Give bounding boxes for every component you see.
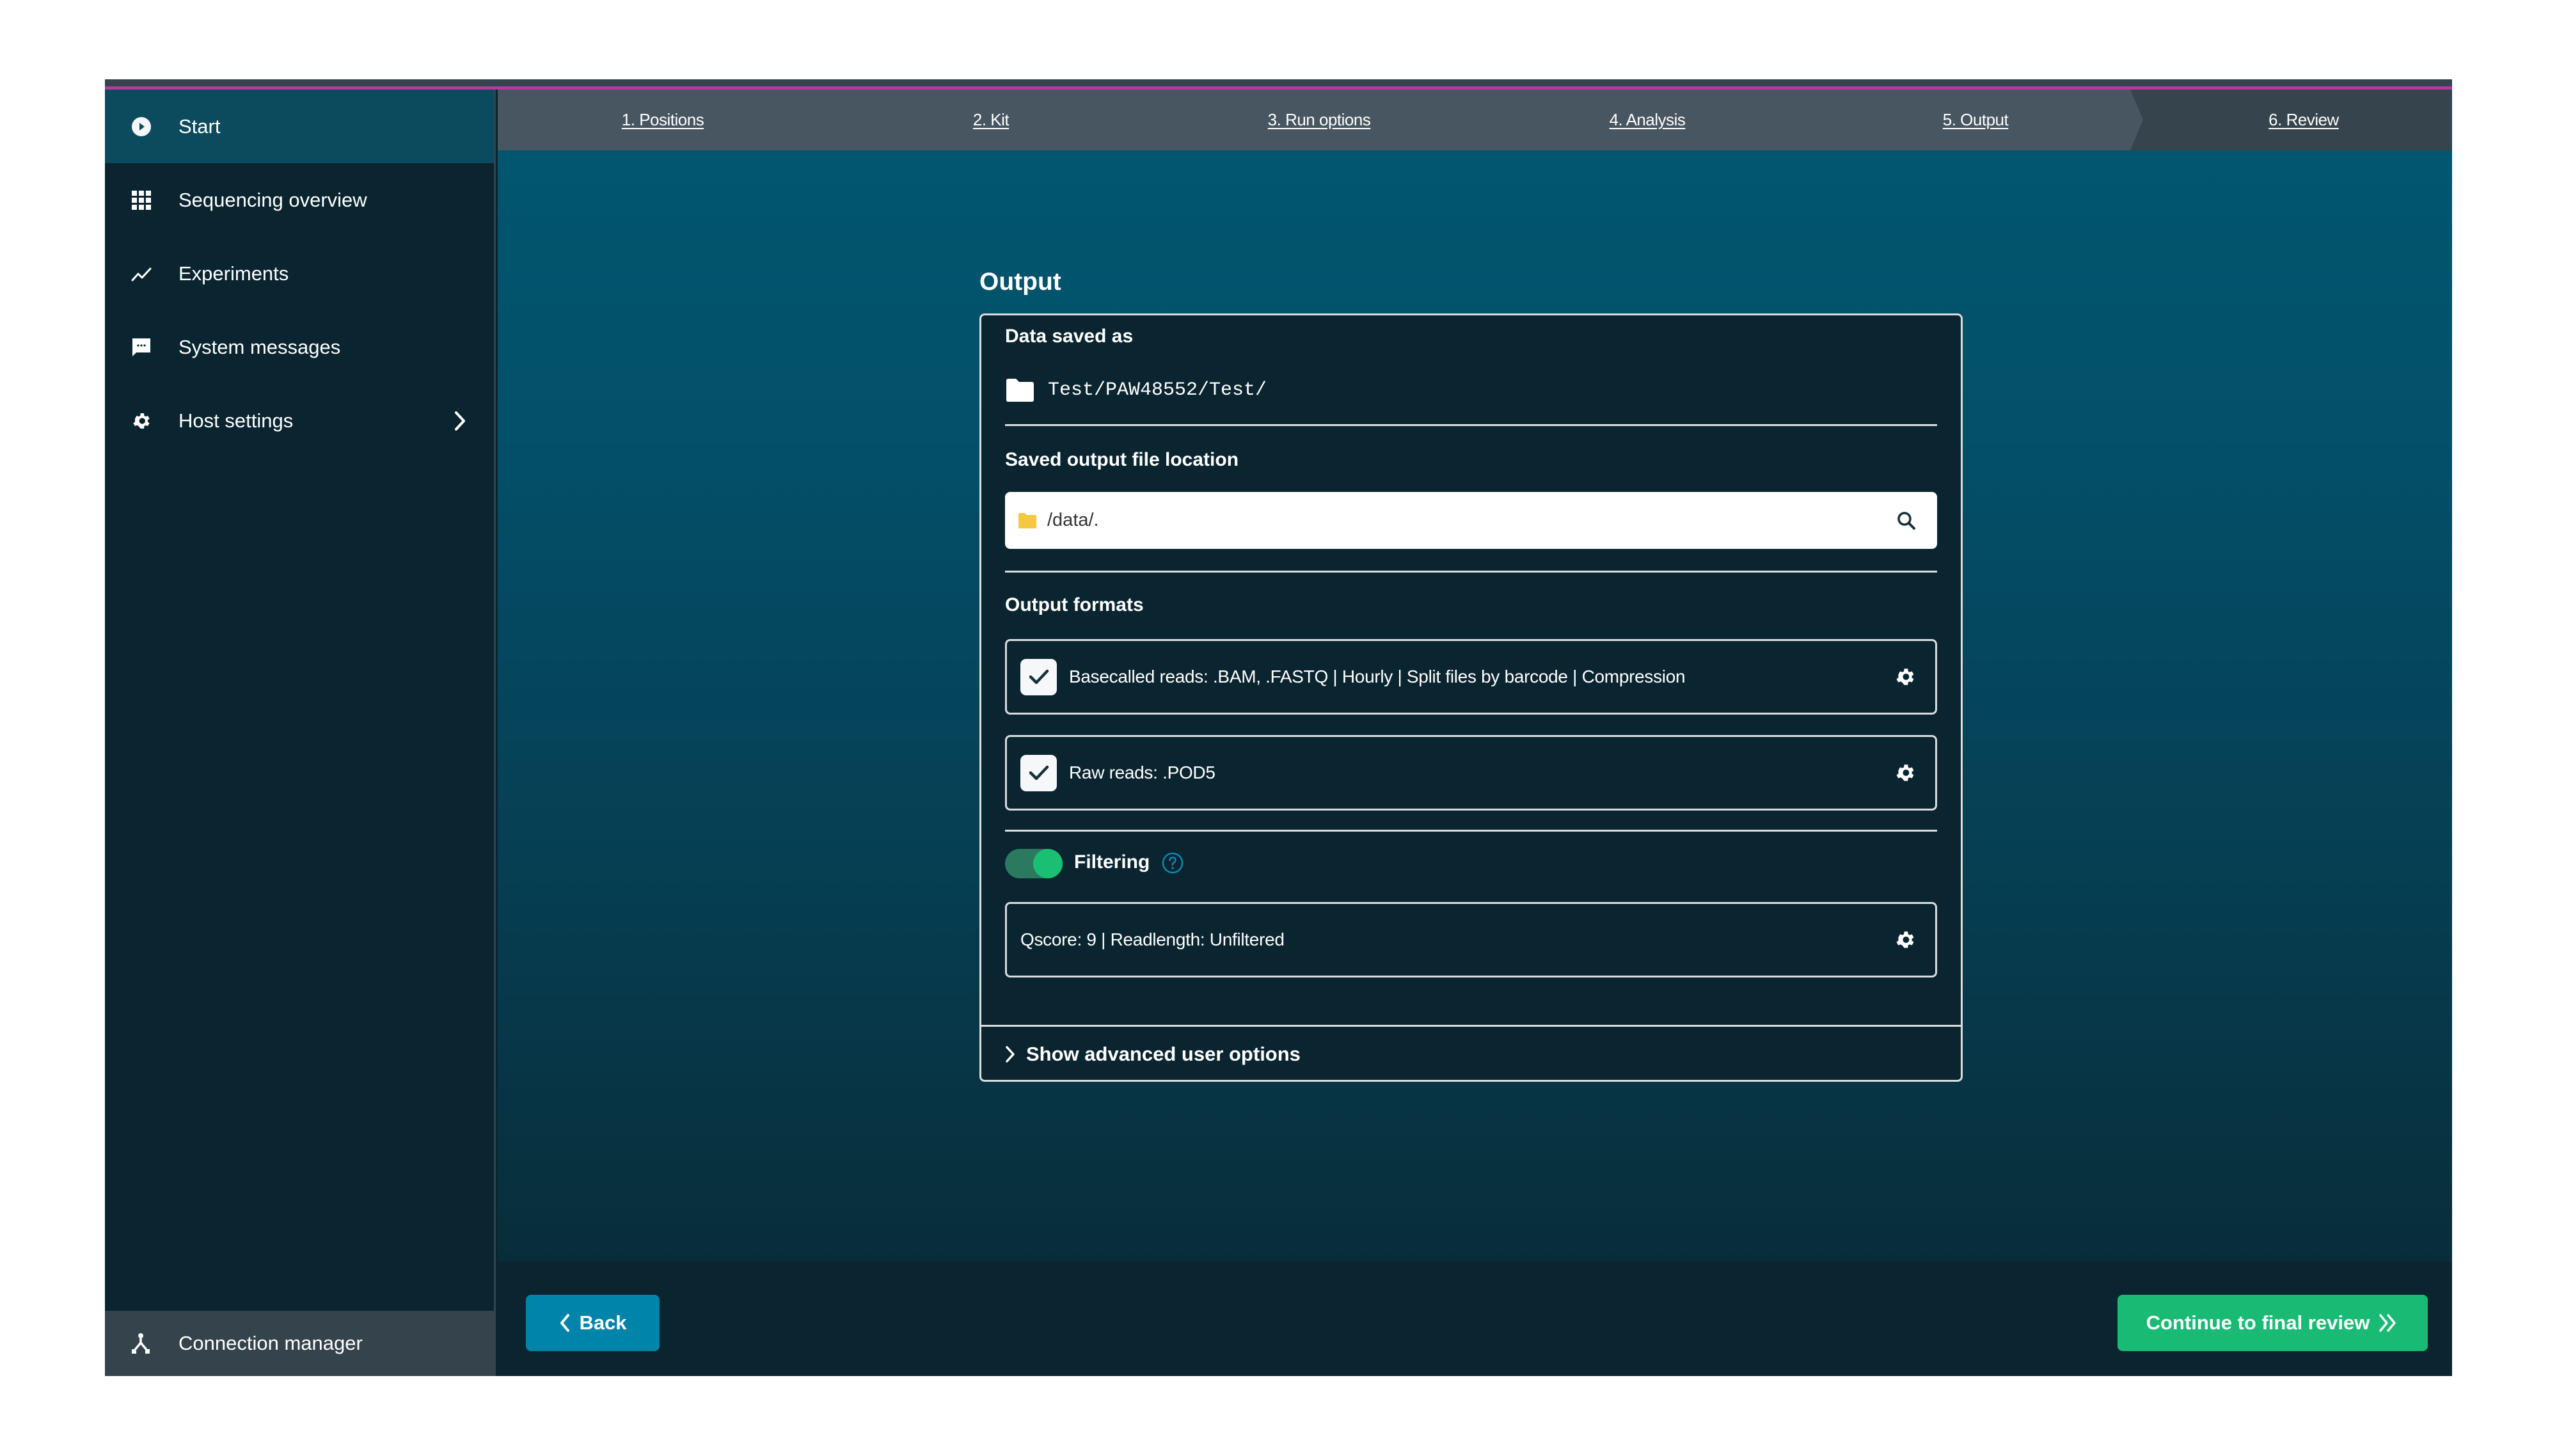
main-content: Output Data saved as Test/PAW48552/Test/… (498, 150, 2452, 1262)
toggle-knob (1033, 849, 1063, 878)
divider (1005, 571, 1937, 573)
show-advanced-options-toggle[interactable]: Show advanced user options (1003, 1027, 1301, 1082)
gear-icon[interactable] (1894, 929, 1916, 951)
output-location-input[interactable] (1047, 492, 1886, 549)
data-saved-as-label: Data saved as (1005, 326, 1134, 347)
page-title: Output (979, 268, 1061, 296)
divider (1005, 424, 1937, 426)
step-analysis[interactable]: 4. Analysis (1551, 90, 1743, 150)
stepper-progress-shape (498, 90, 2143, 150)
title-strip (105, 79, 2452, 86)
filtering-summary-row: Qscore: 9 | Readlength: Unfiltered (1005, 902, 1937, 977)
double-chevron-right-icon (2379, 1314, 2396, 1332)
sidebar-item-label: Host settings (178, 409, 294, 432)
sidebar: Start Sequencing overview Experiments Sy… (105, 90, 496, 1376)
divider (1005, 830, 1937, 832)
output-formats-label: Output formats (1005, 594, 1144, 615)
sidebar-item-label: Sequencing overview (178, 188, 367, 211)
step-link[interactable]: 6. Review (2268, 110, 2339, 130)
step-review[interactable]: 6. Review (2208, 90, 2400, 150)
step-link[interactable]: 5. Output (1943, 110, 2009, 130)
raw-reads-checkbox[interactable] (1020, 754, 1057, 791)
message-icon (131, 336, 152, 358)
continue-to-final-review-button[interactable]: Continue to final review (2118, 1295, 2428, 1351)
check-icon (1029, 669, 1049, 684)
search-icon[interactable] (1895, 509, 1918, 532)
sidebar-item-label: System messages (178, 335, 341, 358)
output-format-raw: Raw reads: .POD5 (1005, 735, 1937, 811)
app-window: Start Sequencing overview Experiments Sy… (105, 79, 2452, 1376)
step-link[interactable]: 2. Kit (973, 110, 1009, 130)
gear-icon (131, 410, 152, 432)
play-circle-icon (131, 116, 152, 138)
sidebar-item-system-messages[interactable]: System messages (105, 310, 494, 384)
output-format-basecalled: Basecalled reads: .BAM, .FASTQ | Hourly … (1005, 639, 1937, 715)
output-location-field[interactable] (1005, 492, 1937, 549)
step-link[interactable]: 3. Run options (1268, 110, 1371, 130)
check-icon (1029, 765, 1049, 780)
sidebar-item-host-settings[interactable]: Host settings (105, 384, 494, 457)
filtering-summary: Qscore: 9 | Readlength: Unfiltered (1020, 930, 1285, 949)
sidebar-item-label: Experiments (178, 262, 289, 285)
sidebar-item-label: Connection manager (178, 1332, 363, 1354)
format-label: Raw reads: .POD5 (1069, 763, 1215, 782)
step-run-options[interactable]: 3. Run options (1223, 90, 1415, 150)
continue-label: Continue to final review (2146, 1311, 2370, 1334)
step-output[interactable]: 5. Output (1880, 90, 2071, 150)
folder-icon (1018, 512, 1036, 528)
sidebar-item-experiments[interactable]: Experiments (105, 237, 494, 310)
basecalled-checkbox[interactable] (1020, 658, 1057, 695)
format-label: Basecalled reads: .BAM, .FASTQ | Hourly … (1069, 667, 1686, 686)
chevron-right-icon (1006, 1046, 1015, 1063)
wizard-footer: Back Continue to final review (498, 1262, 2452, 1376)
filtering-label: Filtering (1074, 851, 1150, 873)
saved-path-text: Test/PAW48552/Test/ (1048, 379, 1267, 401)
wizard-stepper: 1. Positions 2. Kit 3. Run options 4. An… (498, 90, 2452, 150)
sidebar-item-connection-manager[interactable]: Connection manager (105, 1311, 494, 1376)
show-advanced-label: Show advanced user options (1026, 1043, 1301, 1065)
back-button[interactable]: Back (526, 1295, 660, 1351)
grid-icon (131, 189, 152, 211)
data-saved-as-path: Test/PAW48552/Test/ (1005, 378, 1267, 402)
sidebar-item-start[interactable]: Start (105, 90, 494, 163)
output-settings-card: Data saved as Test/PAW48552/Test/ Saved … (979, 313, 1963, 1082)
gear-icon[interactable] (1894, 666, 1916, 688)
help-icon[interactable] (1161, 851, 1184, 874)
chevron-left-icon (560, 1314, 570, 1332)
sidebar-item-sequencing-overview[interactable]: Sequencing overview (105, 163, 494, 237)
step-kit[interactable]: 2. Kit (895, 90, 1087, 150)
line-chart-icon (131, 263, 152, 285)
sidebar-item-label: Start (178, 115, 221, 138)
folder-icon (1006, 379, 1034, 402)
back-label: Back (579, 1311, 627, 1334)
step-link[interactable]: 4. Analysis (1610, 110, 1686, 130)
step-link[interactable]: 1. Positions (622, 110, 704, 130)
connection-icon (131, 1333, 152, 1354)
output-location-label: Saved output file location (1005, 449, 1239, 470)
gear-icon[interactable] (1894, 762, 1916, 784)
chevron-right-icon (452, 410, 468, 432)
step-positions[interactable]: 1. Positions (567, 90, 759, 150)
filtering-toggle[interactable] (1005, 849, 1063, 878)
